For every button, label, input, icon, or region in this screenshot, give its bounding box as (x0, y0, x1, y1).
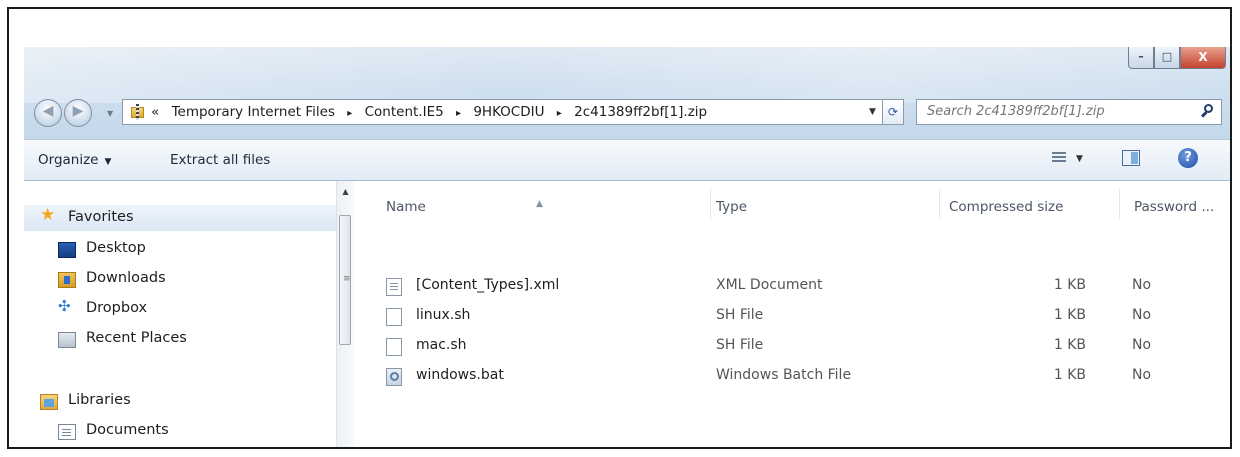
help-icon[interactable]: ? (1178, 148, 1198, 168)
maximize-button[interactable]: □ (1154, 47, 1180, 69)
file-name: linux.sh (416, 307, 471, 323)
breadcrumb: « Temporary Internet Files ▸ Content.IE5… (151, 104, 715, 120)
file-type: SH File (716, 307, 764, 323)
desktop-icon (58, 242, 76, 258)
chevron-down-icon: ▼ (104, 157, 112, 167)
search-icon[interactable] (1200, 104, 1215, 118)
back-arrow-icon: ◀ (42, 103, 54, 119)
window-chrome (24, 47, 1230, 139)
batch-file-icon (386, 368, 402, 386)
forward-button[interactable]: ▶ (64, 99, 92, 127)
nav-favorites-label: Favorites (68, 209, 134, 225)
nav-dropbox-label: Dropbox (86, 300, 148, 316)
search-box[interactable] (916, 99, 1222, 125)
forward-arrow-icon: ▶ (72, 103, 84, 119)
organize-button[interactable]: Organize ▼ (38, 152, 111, 168)
file-icon (386, 308, 402, 326)
column-headers: ▲ Name Type Compressed size Password ... (354, 181, 1230, 219)
favorites-star-icon: ★ (40, 205, 56, 225)
scrollbar-thumb[interactable]: ≡ (339, 215, 351, 345)
organize-label: Organize (38, 152, 99, 168)
breadcrumb-item-zip[interactable]: 2c41389ff2bf[1].zip (574, 104, 707, 120)
file-name: windows.bat (416, 367, 504, 383)
table-row[interactable]: linux.sh SH File 1 KB No (354, 303, 1230, 331)
file-type: SH File (716, 337, 764, 353)
breadcrumb-separator-icon[interactable]: ▸ (456, 108, 461, 119)
table-row[interactable]: windows.bat Windows Batch File 1 KB No (354, 363, 1230, 391)
file-size: 1 KB (1053, 307, 1086, 323)
address-bar[interactable]: « Temporary Internet Files ▸ Content.IE5… (122, 99, 902, 125)
column-header-type[interactable]: Type (716, 199, 747, 215)
command-bar: Organize ▼ Extract all files ▼ ? (24, 139, 1230, 181)
breadcrumb-item-content-ie5[interactable]: Content.IE5 (365, 104, 444, 120)
dropbox-icon: ✣ (58, 297, 71, 315)
refresh-icon: ⟳ (887, 105, 899, 119)
file-name: [Content_Types].xml (416, 277, 560, 293)
change-view-icon[interactable] (1052, 152, 1068, 166)
screenshot-frame: – □ X ◀ ▶ ▼ « Temporary Internet Files ▸… (7, 7, 1232, 449)
refresh-button[interactable]: ⟳ (882, 99, 904, 125)
window-controls: – □ X (1128, 47, 1226, 71)
downloads-icon (58, 272, 76, 288)
file-password: No (1132, 367, 1152, 383)
nav-recent-places-label: Recent Places (86, 330, 187, 346)
breadcrumb-separator-icon[interactable]: ▸ (557, 108, 562, 119)
file-type: Windows Batch File (716, 367, 852, 383)
nav-downloads-label: Downloads (86, 270, 166, 286)
libraries-icon (40, 394, 58, 410)
file-name: mac.sh (416, 337, 467, 353)
nav-desktop-label: Desktop (86, 240, 146, 256)
nav-documents-label: Documents (86, 422, 169, 438)
documents-icon (58, 424, 76, 440)
preview-pane-icon[interactable] (1122, 150, 1140, 166)
address-dropdown-icon[interactable]: ▼ (869, 107, 876, 117)
close-icon: X (1198, 50, 1208, 64)
navigation-pane: ★ Favorites Desktop Downloads ✣ Dropbox … (24, 181, 354, 447)
column-header-name[interactable]: Name (386, 199, 426, 215)
file-size: 1 KB (1053, 367, 1086, 383)
breadcrumb-overflow[interactable]: « (151, 104, 159, 120)
back-button[interactable]: ◀ (34, 99, 62, 127)
explorer-window: – □ X ◀ ▶ ▼ « Temporary Internet Files ▸… (24, 47, 1230, 447)
file-password: No (1132, 337, 1152, 353)
column-header-password[interactable]: Password ... (1134, 199, 1214, 215)
close-button[interactable]: X (1180, 47, 1226, 69)
breadcrumb-separator-icon[interactable]: ▸ (347, 108, 352, 119)
table-row[interactable]: mac.sh SH File 1 KB No (354, 333, 1230, 361)
file-list: ▲ Name Type Compressed size Password ...… (354, 181, 1230, 447)
xml-file-icon (386, 278, 402, 296)
grip-icon: ≡ (343, 274, 351, 284)
file-password: No (1132, 277, 1152, 293)
minimize-icon: – (1138, 50, 1144, 63)
extract-all-files-button[interactable]: Extract all files (170, 152, 270, 168)
nav-libraries-label: Libraries (68, 392, 131, 408)
file-password: No (1132, 307, 1152, 323)
view-options-dropdown-icon[interactable]: ▼ (1076, 154, 1083, 164)
navigation-scrollbar[interactable]: ▲ ≡ (336, 181, 354, 447)
maximize-icon: □ (1161, 50, 1173, 63)
breadcrumb-item-9hkocdiu[interactable]: 9HKOCDIU (473, 104, 544, 120)
breadcrumb-item-temporary-internet-files[interactable]: Temporary Internet Files (172, 104, 335, 120)
recent-pages-dropdown-icon[interactable]: ▼ (107, 109, 113, 118)
column-header-compressed-size[interactable]: Compressed size (949, 199, 1063, 215)
file-size: 1 KB (1053, 337, 1086, 353)
search-input[interactable] (925, 103, 1179, 120)
table-row[interactable]: [Content_Types].xml XML Document 1 KB No (354, 273, 1230, 301)
recent-places-icon (58, 332, 76, 348)
file-type: XML Document (716, 277, 823, 293)
sort-indicator-icon: ▲ (536, 199, 543, 209)
zip-folder-icon (129, 104, 145, 120)
file-size: 1 KB (1053, 277, 1086, 293)
minimize-button[interactable]: – (1128, 47, 1154, 69)
file-icon (386, 338, 402, 356)
scroll-up-icon[interactable]: ▲ (337, 187, 354, 196)
